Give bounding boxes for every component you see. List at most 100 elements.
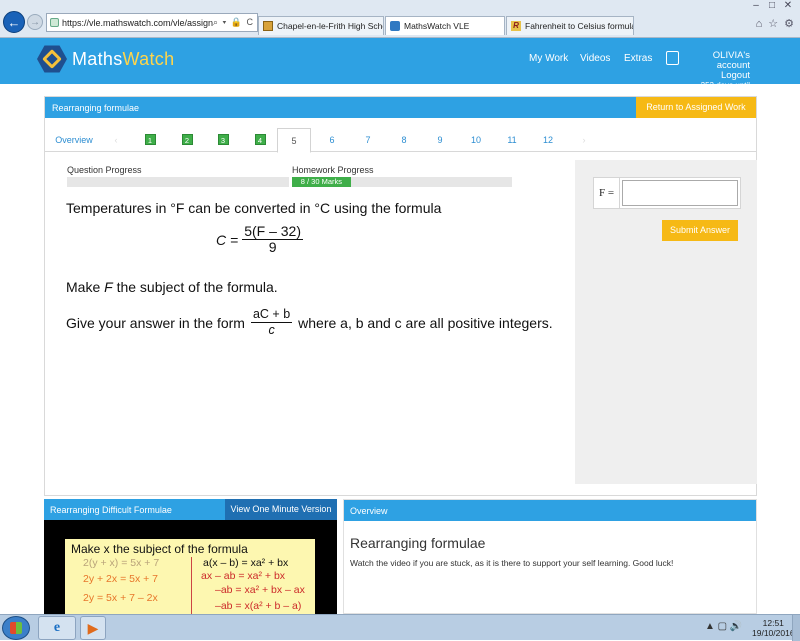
mathswatch-logo[interactable]: MathsWatch (37, 44, 174, 74)
taskbar-internet-explorer-icon[interactable]: e (38, 616, 76, 640)
tab-question-3[interactable]: 3 (216, 128, 230, 152)
return-to-assigned-work-button[interactable]: Return to Assigned Work (636, 97, 756, 118)
browser-chrome: ← → https://vle.mathswatch.com/vle/assig… (0, 0, 800, 38)
answer-panel: F = Submit Answer (575, 160, 757, 484)
board-right-line-2: ax – ab = xa² + bx (201, 570, 286, 582)
site-header: MathsWatch My Work Videos Extras OLIVIA'… (0, 38, 800, 100)
maximize-button[interactable]: □ (764, 0, 780, 11)
video-board-title: Make x the subject of the formula (71, 542, 248, 556)
taskbar: e ▶ ▲ ▢ 🔊 12:51 19/10/2016 (0, 614, 800, 641)
homework-progress-label: Homework Progress (292, 165, 374, 175)
overview-text: Watch the video if you are stuck, as it … (350, 558, 674, 568)
video-title: Rearranging Difficult Formulae (50, 505, 172, 515)
formula-numerator: 5(F – 32) (242, 223, 303, 240)
board-left-line-2: 2y + 2x = 5x + 7 (83, 573, 159, 585)
mathswatch-favicon-icon (390, 21, 400, 31)
board-right-line-1: a(x – b) = xa² + bx (203, 557, 289, 569)
tab-question-5[interactable]: 5 (277, 128, 311, 153)
form-numerator: aC + b (250, 307, 293, 323)
nav-extras[interactable]: Extras (624, 53, 652, 64)
tab-label: Chapel-en-le-Frith High Scho... (277, 21, 384, 31)
answer-input[interactable] (622, 180, 738, 206)
board-divider (191, 557, 192, 614)
logo-icon (37, 45, 67, 73)
board-right-line-4: –ab = x(a² + b – a) (215, 600, 302, 612)
browser-tab-fahrenheit[interactable]: R Fahrenheit to Celsius formula |... (506, 16, 634, 35)
system-tray-icons[interactable]: ▲ ▢ 🔊 (705, 621, 742, 632)
make-pre: Make (66, 279, 105, 295)
r-favicon-icon: R (511, 21, 521, 31)
logo-text-maths: Maths (72, 48, 123, 69)
start-button[interactable] (2, 616, 30, 640)
video-panel: Rearranging Difficult Formulae View One … (44, 499, 337, 614)
school-favicon-icon (263, 21, 273, 31)
question-instruction: Make F the subject of the formula. (66, 279, 278, 295)
answer-label: F = (594, 178, 620, 208)
account-menu: OLIVIA's account Logout 253 days until r… (683, 51, 750, 101)
tab-question-4[interactable]: 4 (253, 128, 267, 152)
tab-label: Fahrenheit to Celsius formula |... (525, 21, 634, 31)
site-icon (50, 18, 59, 27)
account-name[interactable]: OLIVIA's account (683, 51, 750, 71)
clock[interactable]: 12:51 19/10/2016 (752, 618, 795, 638)
tab-question-10[interactable]: 10 (467, 128, 485, 152)
browser-toolbar-icons: ⌂ ☆ ⚙ (750, 17, 794, 30)
question-line-1: Temperatures in °F can be converted in °… (66, 200, 442, 216)
question-progress-bar (67, 177, 289, 187)
taskbar-media-player-icon[interactable]: ▶ (80, 616, 106, 640)
tab-question-6[interactable]: 6 (325, 128, 339, 152)
tab-question-11[interactable]: 11 (504, 128, 520, 152)
formula: C = 5(F – 32) 9 (216, 224, 303, 255)
assignment-panel: Rearranging formulae Return to Assigned … (44, 96, 757, 496)
video-player[interactable]: Make x the subject of the formula 2(y + … (65, 539, 315, 614)
tab-question-8[interactable]: 8 (397, 128, 411, 152)
make-variable: F (104, 279, 113, 295)
address-url[interactable]: https://vle.mathswatch.com/vle/assignmen… (62, 18, 213, 28)
answer-form-instruction: Give your answer in the form aC + b c wh… (66, 307, 553, 338)
tab-question-12[interactable]: 12 (539, 128, 557, 152)
home-icon[interactable]: ⌂ (756, 18, 763, 30)
overview-title: Rearranging formulae (350, 535, 486, 551)
tab-label: MathsWatch VLE (404, 21, 470, 31)
clock-date: 19/10/2016 (752, 628, 795, 638)
gear-icon[interactable]: ⚙ (784, 17, 794, 30)
overview-header-label: Overview (350, 506, 388, 516)
window-controls: – □ ✕ (748, 0, 796, 11)
make-post: the subject of the formula. (112, 279, 278, 295)
show-desktop-button[interactable] (792, 615, 800, 641)
minimize-button[interactable]: – (748, 0, 764, 11)
tab-overview[interactable]: Overview (54, 128, 94, 152)
back-button[interactable]: ← (3, 11, 25, 33)
nav-videos[interactable]: Videos (580, 53, 610, 64)
clock-time: 12:51 (762, 618, 784, 628)
address-controls[interactable]: ⌕ ▾ 🔒 C (213, 17, 257, 28)
formula-lhs: C = (216, 231, 239, 248)
one-minute-version-button[interactable]: View One Minute Version (225, 499, 337, 520)
submit-answer-button[interactable]: Submit Answer (662, 220, 738, 241)
question-tabs: Overview ‹ 1 2 3 4 5 6 7 8 9 10 11 12 › (45, 128, 756, 153)
tab-question-9[interactable]: 9 (433, 128, 447, 152)
browser-tab-school[interactable]: Chapel-en-le-Frith High Scho... (258, 16, 384, 35)
tab-question-7[interactable]: 7 (361, 128, 375, 152)
panel-title: Rearranging formulae (52, 103, 140, 113)
account-icon[interactable] (666, 51, 679, 65)
tab-question-2[interactable]: 2 (180, 128, 194, 152)
tab-prev-icon: ‹ (114, 135, 118, 145)
forward-button[interactable]: → (27, 14, 43, 30)
board-left-line-3: 2y = 5x + 7 – 2x (83, 592, 158, 604)
answer-box: F = (593, 177, 741, 209)
star-icon[interactable]: ☆ (768, 17, 778, 30)
tab-question-1[interactable]: 1 (143, 128, 157, 152)
windows-logo-icon (10, 622, 22, 634)
form-denominator: c (268, 323, 275, 337)
homework-progress-bar: 8 / 30 Marks (292, 177, 512, 187)
question-progress-label: Question Progress (67, 165, 142, 175)
logout-link[interactable]: Logout (683, 71, 750, 81)
give-pre: Give your answer in the form (66, 314, 245, 331)
address-bar[interactable]: https://vle.mathswatch.com/vle/assignmen… (46, 13, 258, 32)
overview-header: Overview (344, 500, 756, 521)
close-window-button[interactable]: ✕ (780, 0, 796, 11)
nav-my-work[interactable]: My Work (529, 53, 568, 64)
browser-tab-mathswatch[interactable]: MathsWatch VLE (385, 16, 505, 35)
tab-next-icon: › (582, 135, 586, 145)
